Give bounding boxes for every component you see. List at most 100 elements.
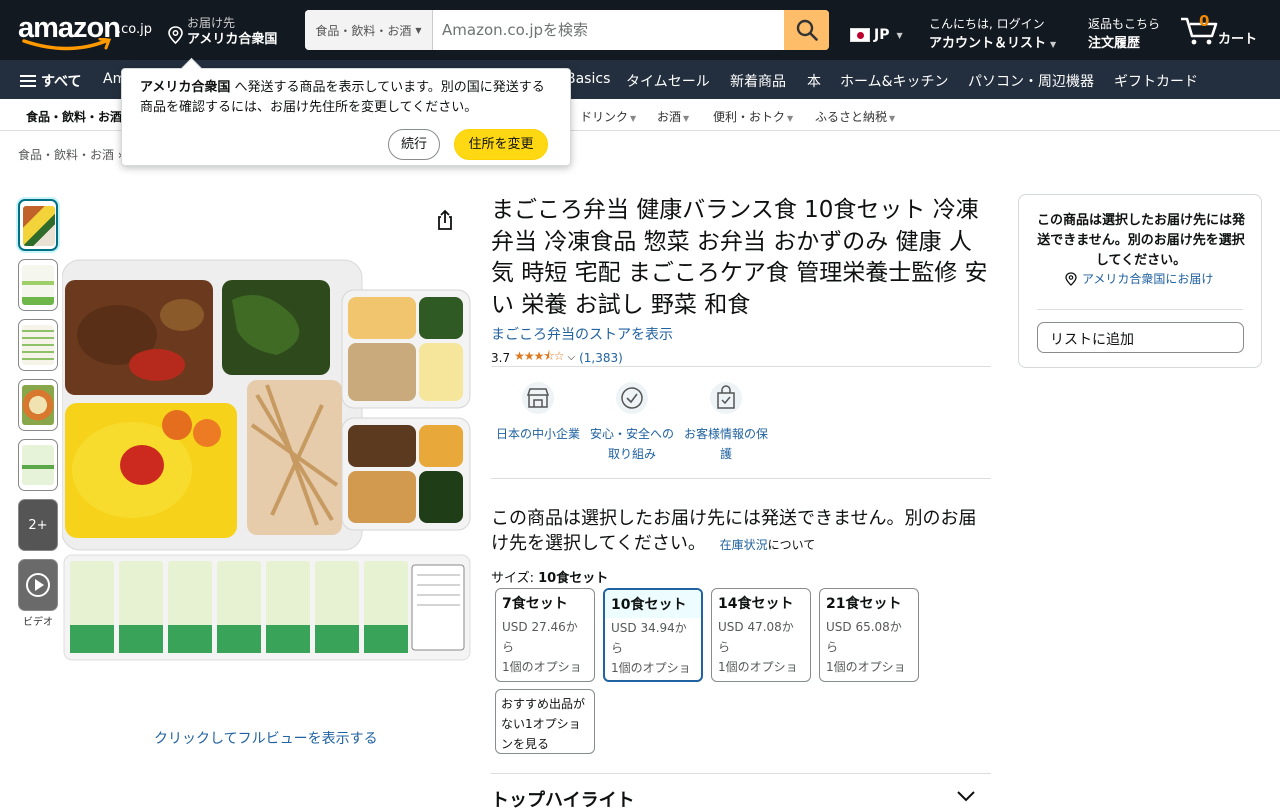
size-option-10[interactable]: 10食セット USD 34.94から 1個のオプション xyxy=(603,588,703,682)
amazon-logo[interactable]: amazon .co.jp xyxy=(18,10,153,52)
nav-item-home-kitchen[interactable]: ホーム&キッチン xyxy=(840,71,949,91)
badge-label: お客様情報の保護 xyxy=(683,427,768,461)
logo-tld: .co.jp xyxy=(117,22,153,37)
smile-icon xyxy=(22,38,112,51)
top-highlights-heading[interactable]: トップハイライト xyxy=(491,786,635,812)
divider xyxy=(1037,309,1243,310)
divider xyxy=(491,773,991,774)
chevron-down-icon[interactable]: ⌵ xyxy=(568,352,576,363)
account-greeting: こんにちは, ログイン xyxy=(929,17,1045,31)
search-icon xyxy=(796,19,818,41)
buybox-deliver-link[interactable]: アメリカ合衆国にお届け xyxy=(1065,270,1213,287)
cart-button[interactable]: 0 カート xyxy=(1180,12,1270,50)
thumbnail-1[interactable] xyxy=(18,199,58,251)
caret-down-icon: ▼ xyxy=(896,30,903,40)
subnav-deals[interactable]: 便利・おトク ▼ xyxy=(713,108,793,125)
main-product-image[interactable] xyxy=(61,255,472,665)
orders-link[interactable]: 返品もこちら 注文履歴 xyxy=(1088,15,1160,51)
divider xyxy=(491,478,991,479)
caret-down-icon: ▼ xyxy=(1050,40,1057,49)
bento-image xyxy=(61,255,472,665)
thumbnail-image xyxy=(22,325,54,365)
thumbnail-video[interactable] xyxy=(18,559,58,611)
search-button[interactable] xyxy=(784,10,829,50)
language-selector[interactable]: JP ▼ xyxy=(850,27,903,43)
size-option-7[interactable]: 7食セット USD 27.46から 1個のオプション xyxy=(495,588,595,682)
share-icon xyxy=(438,209,452,230)
store-link[interactable]: まごころ弁当のストアを表示 xyxy=(491,324,673,344)
option-offer: 1個のオプション xyxy=(611,661,691,675)
thumbnail-more[interactable]: 2+ xyxy=(18,499,58,551)
review-count-link[interactable]: (1,383) xyxy=(579,351,623,365)
option-name: 14食セット xyxy=(718,596,794,612)
trust-badges: 日本の中小企業 安心・安全への取り組み お客様情報の保護 xyxy=(491,380,791,470)
add-to-list-button[interactable]: リストに追加 xyxy=(1037,322,1244,353)
continue-button[interactable]: 続行 xyxy=(388,129,440,160)
chevron-down-icon[interactable] xyxy=(956,790,976,802)
search-category-select[interactable]: 食品・飲料・お酒 ▼ xyxy=(305,10,433,50)
subnav-alcohol[interactable]: お酒 ▼ xyxy=(657,108,689,125)
subnav-drinks[interactable]: ドリンク ▼ xyxy=(580,108,636,125)
address-popover: アメリカ合衆国 へ発送する商品を表示しています。別の国に発送する商品を確認するに… xyxy=(121,68,571,166)
location-pin-icon xyxy=(168,26,183,44)
popover-country: アメリカ合衆国 xyxy=(140,80,231,95)
account-lists-row: アカウント＆リスト ▼ xyxy=(929,32,1056,51)
no-recommended-option[interactable]: おすすめ出品がない1オプションを見る xyxy=(495,689,595,754)
subnav-food-drink[interactable]: 食品・飲料・お酒 xyxy=(26,108,122,125)
size-option-14[interactable]: 14食セット USD 47.08から 1個のオプション xyxy=(711,588,811,682)
change-address-button[interactable]: 住所を変更 xyxy=(454,129,548,160)
nav-item-basics[interactable]: Basics xyxy=(566,71,610,87)
shield-check-icon xyxy=(616,382,648,414)
thumbnail-image xyxy=(22,265,54,305)
unavailable-message: この商品は選択したお届け先には発送できません。別のお届け先を選択してください。 … xyxy=(491,506,991,558)
account-menu[interactable]: こんにちは, ログイン アカウント＆リスト ▼ xyxy=(929,15,1056,51)
option-name: 21食セット xyxy=(826,596,902,612)
location-pin-icon xyxy=(1065,271,1077,286)
subnav-furusato[interactable]: ふるさと納税 ▼ xyxy=(815,108,895,125)
orders-label: 注文履歴 xyxy=(1088,36,1141,51)
cart-count: 0 xyxy=(1199,12,1210,30)
search-bar: 食品・飲料・お酒 ▼ xyxy=(305,10,829,50)
cart-label: カート xyxy=(1218,32,1258,47)
all-menu-label: すべて xyxy=(41,74,82,90)
nav-item-giftcard[interactable]: ギフトカード xyxy=(1114,71,1198,91)
nav-item-timesale[interactable]: タイムセール xyxy=(626,71,710,91)
size-label-prefix: サイズ: xyxy=(491,571,539,586)
thumbnail-image xyxy=(22,385,54,425)
thumbnail-image xyxy=(23,206,55,246)
stock-status-link[interactable]: 在庫状況 xyxy=(720,538,768,552)
account-lists-label: アカウント＆リスト xyxy=(929,36,1047,51)
rating-stars[interactable]: ★★★⯪☆ xyxy=(514,347,564,368)
thumbnail-4[interactable] xyxy=(18,379,58,431)
thumbnail-image xyxy=(22,445,54,485)
size-option-21[interactable]: 21食セット USD 65.08から 1個のオプション xyxy=(819,588,919,682)
nav-item-new[interactable]: 新着商品 xyxy=(730,71,786,91)
rating-row: 3.7 ★★★⯪☆ ⌵ (1,383) xyxy=(491,347,623,368)
buy-box: この商品は選択したお届け先には発送できません。別のお届け先を選択してください。 … xyxy=(1018,194,1262,368)
stock-status-suffix: について xyxy=(767,538,816,552)
badge-small-business[interactable]: 日本の中小企業 xyxy=(491,380,585,444)
badge-privacy[interactable]: お客様情報の保護 xyxy=(679,380,773,464)
caret-down-icon: ▼ xyxy=(683,114,690,123)
share-button[interactable] xyxy=(433,208,457,236)
badge-safety[interactable]: 安心・安全への取り組み xyxy=(585,380,679,464)
option-offer: 1個のオプション xyxy=(826,660,906,681)
full-view-link[interactable]: クリックしてフルビューを表示する xyxy=(154,728,378,748)
bag-check-icon xyxy=(710,382,742,414)
deliver-country: アメリカ合衆国 xyxy=(187,32,278,47)
breadcrumb[interactable]: 食品・飲料・お酒 › xyxy=(18,146,123,163)
option-offer: 1個のオプション xyxy=(502,660,582,681)
subnav-furusato-label: ふるさと納税 xyxy=(815,110,888,124)
search-input[interactable] xyxy=(433,10,784,50)
play-video-icon xyxy=(26,573,50,597)
subnav-deals-label: 便利・おトク xyxy=(713,110,786,124)
thumbnail-3[interactable] xyxy=(18,319,58,371)
all-menu-button[interactable]: すべて xyxy=(20,71,81,91)
nav-item-pc[interactable]: パソコン・周辺機器 xyxy=(968,71,1094,91)
store-icon xyxy=(522,382,554,414)
nav-item-books[interactable]: 本 xyxy=(807,71,821,91)
caret-down-icon: ▼ xyxy=(415,25,422,35)
deliver-to[interactable]: お届け先 アメリカ合衆国 xyxy=(168,14,293,48)
thumbnail-5[interactable] xyxy=(18,439,58,491)
thumbnail-2[interactable] xyxy=(18,259,58,311)
